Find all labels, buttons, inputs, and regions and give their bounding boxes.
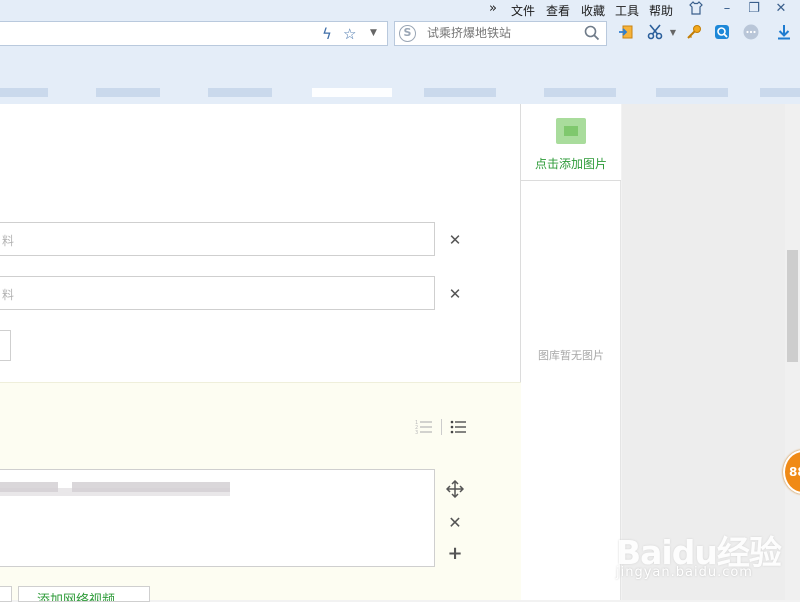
login-icon[interactable]	[616, 24, 636, 44]
search-icon[interactable]	[584, 25, 600, 45]
search-app-icon[interactable]	[712, 24, 732, 44]
add-icon[interactable]: +	[446, 543, 464, 564]
input-placeholder: 料	[2, 234, 15, 248]
menu-view[interactable]: 查看	[546, 2, 570, 19]
search-input[interactable]	[427, 26, 577, 40]
tab-item[interactable]	[424, 88, 496, 97]
menu-favorites[interactable]: 收藏	[581, 2, 605, 19]
restore-icon[interactable]: ❐	[745, 1, 763, 17]
tab-item[interactable]	[760, 88, 800, 97]
shirt-icon[interactable]	[687, 1, 705, 20]
svg-text:3: 3	[415, 430, 418, 435]
material-input-1[interactable]: 料	[0, 222, 435, 256]
scissors-dropdown-icon[interactable]: ▼	[663, 24, 683, 42]
minimize-icon[interactable]: –	[718, 1, 736, 17]
image-thumbnail-icon	[556, 118, 586, 144]
input-placeholder: 料	[2, 288, 15, 302]
menu-tools[interactable]: 工具	[615, 2, 639, 19]
step-text-editor[interactable]	[0, 469, 435, 567]
tab-bar	[0, 80, 800, 104]
star-icon[interactable]: ☆	[343, 25, 356, 43]
menu-file[interactable]: 文件	[511, 2, 535, 19]
move-icon[interactable]	[445, 479, 465, 502]
badge-text: 88	[789, 465, 800, 479]
unordered-list-icon[interactable]	[450, 419, 468, 439]
more-icon[interactable]	[741, 24, 761, 44]
menu-help[interactable]: 帮助	[649, 2, 673, 19]
key-icon[interactable]	[684, 24, 704, 44]
material-input-2[interactable]: 料	[0, 276, 435, 310]
tab-item-active[interactable]	[312, 88, 392, 97]
tab-item[interactable]	[0, 88, 48, 97]
toolbar-divider	[441, 419, 442, 435]
search-engine-icon[interactable]: S	[399, 25, 416, 42]
tab-item[interactable]	[208, 88, 272, 97]
scrollbar-thumb[interactable]	[787, 250, 798, 362]
add-image-label: 点击添加图片	[534, 157, 607, 171]
delete-icon[interactable]: ✕	[446, 513, 464, 532]
expand-menu-icon[interactable]: »	[489, 1, 497, 16]
search-box[interactable]: S	[394, 21, 607, 46]
thumbnail-inner	[564, 126, 578, 136]
close-icon[interactable]: ✕	[447, 285, 463, 303]
add-input-button[interactable]	[0, 330, 11, 361]
download-icon[interactable]	[774, 24, 794, 44]
address-bar[interactable]: ϟ ☆ ▼	[0, 21, 388, 46]
close-icon[interactable]: ✕	[447, 231, 463, 249]
empty-gallery-text: 图库暂无图片	[538, 349, 604, 362]
tab-item[interactable]	[544, 88, 616, 97]
scissors-icon[interactable]	[645, 24, 665, 44]
tab-item[interactable]	[656, 88, 728, 97]
add-image-button[interactable]: 点击添加图片	[521, 104, 621, 181]
close-icon[interactable]: ✕	[772, 1, 790, 17]
menu-bar: » 文件 查看 收藏 工具 帮助 – ❐ ✕	[0, 0, 800, 20]
lightning-icon[interactable]: ϟ	[322, 25, 332, 43]
tab-item[interactable]	[96, 88, 160, 97]
watermark-url: jingyan.baidu.com	[616, 565, 753, 580]
dropdown-arrow-icon[interactable]: ▼	[370, 28, 377, 38]
blurred-text	[0, 488, 230, 496]
add-video-label: 添加网络视频	[37, 593, 116, 602]
image-panel: 点击添加图片 图库暂无图片	[521, 104, 621, 600]
ordered-list-icon[interactable]: 123	[415, 419, 433, 439]
browser-chrome: » 文件 查看 收藏 工具 帮助 – ❐ ✕ ϟ ☆ ▼ S ▼	[0, 0, 800, 104]
